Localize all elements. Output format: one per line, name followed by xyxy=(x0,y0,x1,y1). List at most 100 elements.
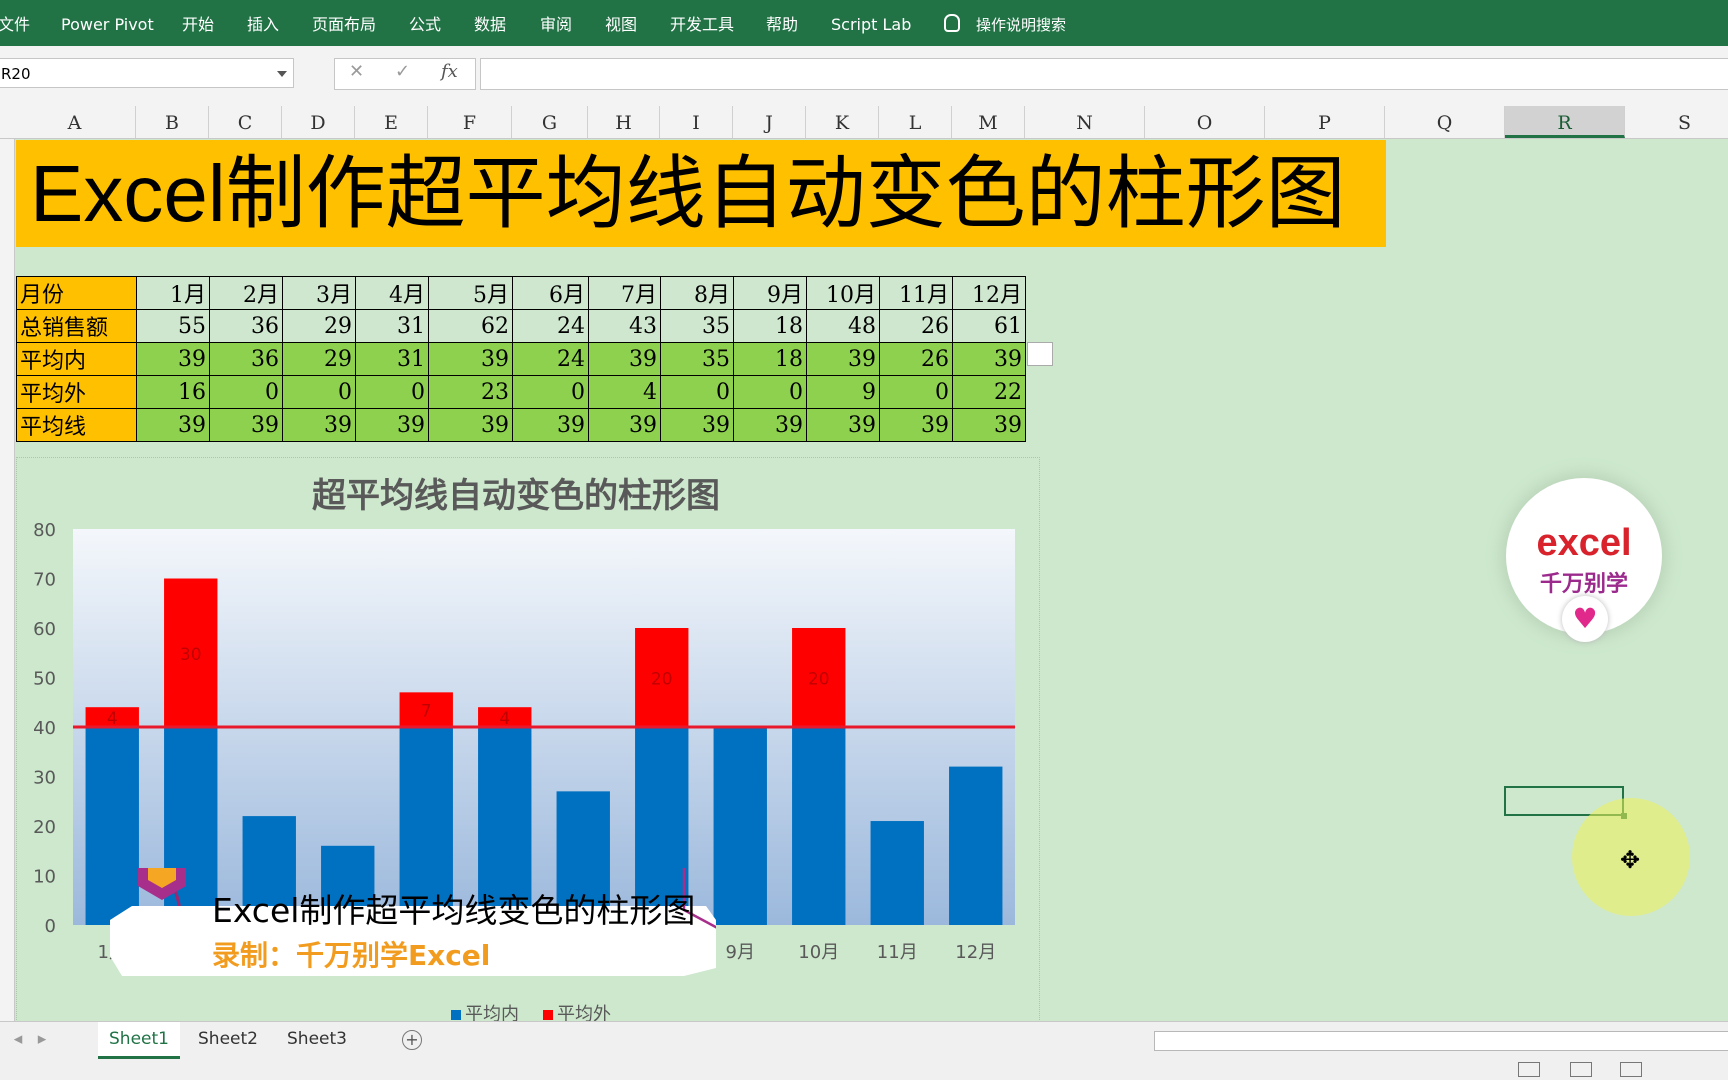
column-header-i[interactable]: I xyxy=(660,106,733,138)
table-cell[interactable]: 29 xyxy=(282,342,356,376)
table-cell[interactable]: 总销售额 xyxy=(16,309,137,343)
table-cell[interactable]: 62 xyxy=(428,309,513,343)
sheet-tab-sheet3[interactable]: Sheet3 xyxy=(274,1022,360,1056)
table-cell[interactable]: 8月 xyxy=(660,276,734,310)
page-break-view-icon[interactable] xyxy=(1620,1062,1642,1077)
table-cell[interactable]: 36 xyxy=(209,309,283,343)
tab-developer[interactable]: 开发工具 xyxy=(670,0,734,46)
table-cell[interactable]: 39 xyxy=(879,408,953,442)
table-cell[interactable]: 月份 xyxy=(16,276,137,310)
column-header-a[interactable]: A xyxy=(14,106,136,138)
table-cell[interactable]: 16 xyxy=(136,375,210,409)
tab-home[interactable]: 开始 xyxy=(182,0,214,46)
tab-data[interactable]: 数据 xyxy=(474,0,506,46)
tab-page-layout[interactable]: 页面布局 xyxy=(312,0,376,46)
table-cell[interactable]: 39 xyxy=(952,408,1026,442)
sheet-tab-sheet1[interactable]: Sheet1 xyxy=(98,1022,180,1059)
column-header-j[interactable]: J xyxy=(733,106,806,138)
table-cell[interactable]: 10月 xyxy=(806,276,880,310)
table-cell[interactable]: 0 xyxy=(733,375,807,409)
table-cell[interactable]: 26 xyxy=(879,342,953,376)
table-cell[interactable]: 39 xyxy=(209,408,283,442)
tab-file[interactable]: 文件 xyxy=(0,0,30,46)
table-cell[interactable]: 6月 xyxy=(512,276,589,310)
table-cell[interactable]: 36 xyxy=(209,342,283,376)
table-cell[interactable]: 9 xyxy=(806,375,880,409)
table-cell[interactable]: 12月 xyxy=(952,276,1026,310)
tab-view[interactable]: 视图 xyxy=(605,0,637,46)
column-header-c[interactable]: C xyxy=(209,106,282,138)
table-cell[interactable]: 平均内 xyxy=(16,342,137,376)
paste-options-icon[interactable] xyxy=(1027,342,1053,366)
table-cell[interactable]: 24 xyxy=(512,309,589,343)
next-sheet-icon[interactable]: ▸ xyxy=(32,1022,52,1056)
table-cell[interactable]: 11月 xyxy=(879,276,953,310)
table-cell[interactable]: 35 xyxy=(660,309,734,343)
table-cell[interactable]: 43 xyxy=(588,309,661,343)
table-cell[interactable]: 55 xyxy=(136,309,210,343)
table-cell[interactable]: 26 xyxy=(879,309,953,343)
column-header-q[interactable]: Q xyxy=(1385,106,1505,138)
table-cell[interactable]: 22 xyxy=(952,375,1026,409)
table-cell[interactable]: 39 xyxy=(512,408,589,442)
column-header-l[interactable]: L xyxy=(879,106,952,138)
tab-formulas[interactable]: 公式 xyxy=(409,0,441,46)
table-cell[interactable]: 39 xyxy=(355,408,429,442)
table-cell[interactable]: 18 xyxy=(733,309,807,343)
sheet-tab-sheet2[interactable]: Sheet2 xyxy=(184,1022,272,1056)
column-header-d[interactable]: D xyxy=(282,106,355,138)
column-header-e[interactable]: E xyxy=(355,106,428,138)
table-cell[interactable]: 1月 xyxy=(136,276,210,310)
table-cell[interactable]: 0 xyxy=(879,375,953,409)
table-cell[interactable]: 9月 xyxy=(733,276,807,310)
page-layout-view-icon[interactable] xyxy=(1570,1062,1592,1077)
table-cell[interactable]: 4 xyxy=(588,375,661,409)
tab-review[interactable]: 审阅 xyxy=(540,0,572,46)
table-cell[interactable]: 39 xyxy=(428,408,513,442)
table-cell[interactable]: 31 xyxy=(355,309,429,343)
prev-sheet-icon[interactable]: ◂ xyxy=(8,1022,28,1056)
tell-me-search[interactable]: 操作说明搜索 xyxy=(976,0,1066,46)
tab-help[interactable]: 帮助 xyxy=(766,0,798,46)
table-cell[interactable]: 39 xyxy=(588,408,661,442)
column-header-s[interactable]: S xyxy=(1625,106,1728,138)
table-cell[interactable]: 平均外 xyxy=(16,375,137,409)
insert-function-icon[interactable]: fx xyxy=(441,61,458,82)
table-cell[interactable]: 0 xyxy=(282,375,356,409)
table-cell[interactable]: 35 xyxy=(660,342,734,376)
table-cell[interactable]: 39 xyxy=(428,342,513,376)
table-cell[interactable]: 0 xyxy=(209,375,283,409)
column-header-m[interactable]: M xyxy=(952,106,1025,138)
table-cell[interactable]: 平均线 xyxy=(16,408,137,442)
table-cell[interactable]: 3月 xyxy=(282,276,356,310)
name-box[interactable]: R20 xyxy=(0,58,294,88)
column-header-n[interactable]: N xyxy=(1025,106,1145,138)
table-cell[interactable]: 39 xyxy=(136,342,210,376)
normal-view-icon[interactable] xyxy=(1518,1062,1540,1077)
chart-title[interactable]: 超平均线自动变色的柱形图 xyxy=(16,468,1016,517)
column-header-r[interactable]: R xyxy=(1505,106,1625,138)
enter-icon[interactable]: ✓ xyxy=(395,61,410,82)
column-header-o[interactable]: O xyxy=(1145,106,1265,138)
table-cell[interactable]: 23 xyxy=(428,375,513,409)
tab-insert[interactable]: 插入 xyxy=(247,0,279,46)
column-header-k[interactable]: K xyxy=(806,106,879,138)
column-header-h[interactable]: H xyxy=(588,106,660,138)
table-cell[interactable]: 7月 xyxy=(588,276,661,310)
table-cell[interactable]: 39 xyxy=(136,408,210,442)
column-header-f[interactable]: F xyxy=(428,106,512,138)
table-cell[interactable]: 61 xyxy=(952,309,1026,343)
table-cell[interactable]: 4月 xyxy=(355,276,429,310)
table-cell[interactable]: 48 xyxy=(806,309,880,343)
table-cell[interactable]: 31 xyxy=(355,342,429,376)
table-cell[interactable]: 39 xyxy=(806,342,880,376)
column-header-p[interactable]: P xyxy=(1265,106,1385,138)
table-cell[interactable]: 2月 xyxy=(209,276,283,310)
table-cell[interactable]: 39 xyxy=(952,342,1026,376)
table-cell[interactable]: 29 xyxy=(282,309,356,343)
table-cell[interactable]: 0 xyxy=(512,375,589,409)
table-cell[interactable]: 18 xyxy=(733,342,807,376)
table-cell[interactable]: 39 xyxy=(806,408,880,442)
tab-script-lab[interactable]: Script Lab xyxy=(831,0,911,46)
column-header-b[interactable]: B xyxy=(136,106,209,138)
